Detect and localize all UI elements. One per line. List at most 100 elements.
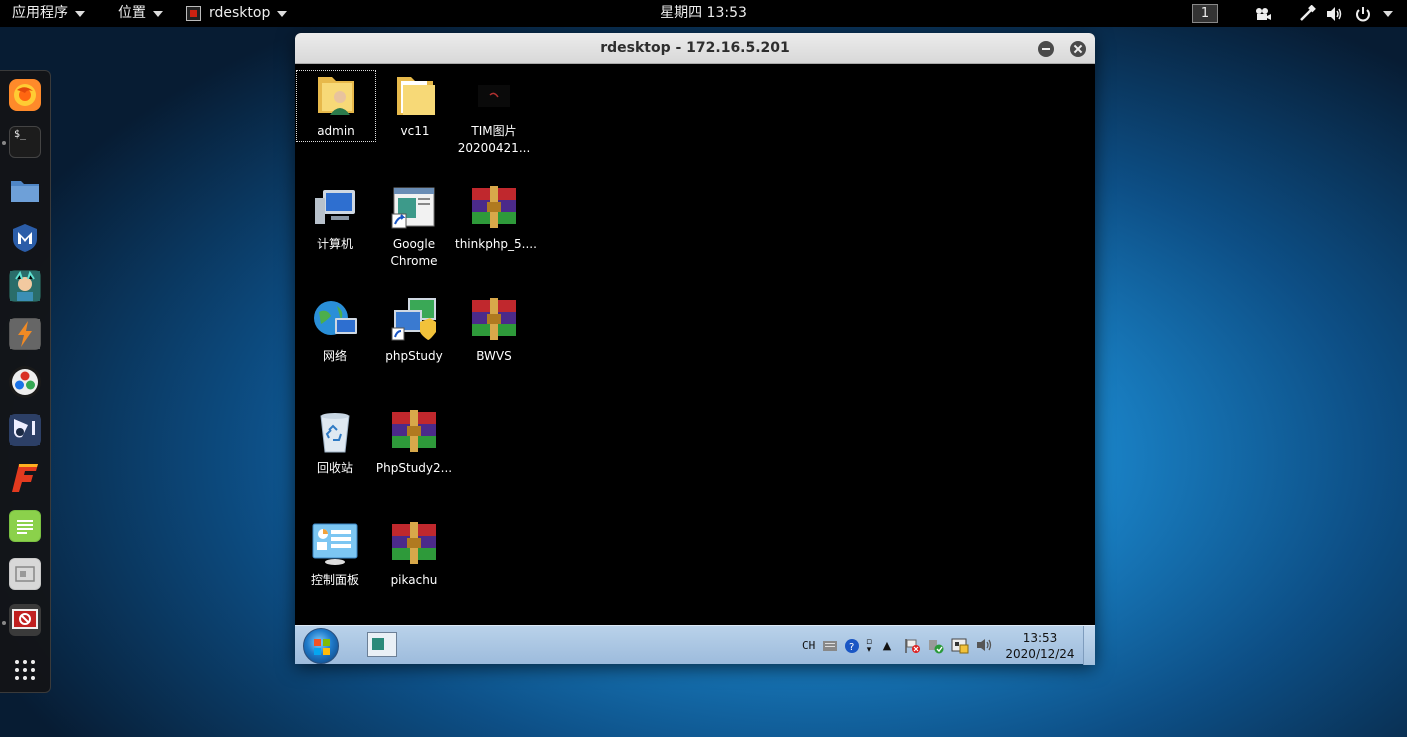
winrar-archive-icon: [390, 408, 438, 456]
desktop-icon-vc11[interactable]: vc11: [376, 71, 454, 140]
taskbar-date: 2020/12/24: [1005, 647, 1075, 661]
image-file-icon: [470, 71, 518, 119]
chevron-down-icon: [75, 10, 85, 17]
show-hidden-icons-icon[interactable]: ▲: [882, 638, 892, 654]
taskbar-time: 13:53: [1022, 631, 1058, 645]
dock-files[interactable]: [9, 174, 41, 206]
active-app-label: rdesktop: [209, 5, 271, 21]
network-status-icon[interactable]: [951, 638, 969, 654]
taskbar-app-button[interactable]: [367, 632, 397, 657]
minimize-button[interactable]: [1038, 41, 1054, 57]
firefox-icon: [14, 84, 36, 106]
dock-faraday[interactable]: [9, 462, 41, 494]
show-applications[interactable]: [9, 654, 41, 686]
desktop-icon-google-chrome[interactable]: Google Chrome: [375, 184, 453, 270]
dock: $_: [0, 70, 51, 693]
applications-menu[interactable]: 应用程序: [12, 0, 85, 27]
maltego-icon: [12, 369, 38, 395]
armitage-icon: [10, 271, 40, 301]
desktop-icon-phpstudy[interactable]: phpStudy: [375, 296, 453, 365]
desktop-icon-label: TIM图片 20200421...: [457, 124, 531, 155]
action-center-flag-icon[interactable]: [903, 638, 921, 654]
desktop-icon-admin[interactable]: admin: [296, 70, 376, 142]
places-menu[interactable]: 位置: [118, 0, 163, 27]
desktop-icon-label: 计算机: [316, 237, 353, 251]
metasploit-icon: [13, 224, 37, 252]
dock-metasploit[interactable]: [9, 222, 41, 254]
window-titlebar[interactable]: rdesktop - 172.16.5.201: [295, 33, 1095, 64]
desktop-icon-recycle-bin[interactable]: 回收站: [296, 408, 374, 477]
desktop-icon-label: phpStudy: [385, 349, 443, 363]
workspace-indicator[interactable]: 1: [1192, 4, 1218, 23]
keyboard-icon[interactable]: [823, 638, 837, 654]
dock-firefox[interactable]: [9, 79, 41, 111]
computer-icon: [311, 184, 359, 232]
desktop-icon-label: 网络: [322, 349, 347, 363]
app-grid-icon: [15, 660, 35, 680]
volume-icon[interactable]: [1326, 0, 1344, 27]
dock-maltego[interactable]: [9, 366, 41, 398]
desktop-icon-network[interactable]: 网络: [296, 296, 374, 365]
dock-rdesktop[interactable]: [9, 604, 41, 636]
desktop-icon-label: pikachu: [390, 573, 438, 587]
help-icon[interactable]: ?: [844, 638, 860, 654]
faraday-icon: [12, 464, 38, 492]
close-button[interactable]: [1070, 41, 1086, 57]
user-folder-icon: [312, 71, 360, 119]
desktop-icon-phpstudy-archive[interactable]: PhpStudy2...: [375, 408, 453, 477]
desktop-icon-computer[interactable]: 计算机: [296, 184, 374, 253]
running-indicator: [2, 621, 6, 625]
rdesktop-icon: [12, 609, 38, 629]
dock-terminal[interactable]: $_: [9, 126, 41, 158]
recycle-bin-icon: [311, 408, 359, 456]
desktop-icon-thinkphp[interactable]: thinkphp_5....: [455, 184, 537, 253]
network-wired-icon[interactable]: [1298, 0, 1316, 27]
desktop-icon-label: PhpStudy2...: [375, 461, 453, 475]
options-icon[interactable]: ▫ ▾: [864, 638, 874, 655]
taskbar-clock[interactable]: 13:53 2020/12/24: [995, 630, 1085, 662]
dock-screenshot-tool[interactable]: [9, 558, 41, 590]
desktop-icon-tim-image[interactable]: TIM图片 20200421...: [455, 71, 533, 157]
dock-armitage[interactable]: [9, 270, 41, 302]
window-title: rdesktop - 172.16.5.201: [600, 40, 790, 56]
security-shield-icon[interactable]: [927, 638, 945, 654]
winrar-archive-icon: [470, 184, 518, 232]
desktop-icon-control-panel[interactable]: 控制面板: [296, 520, 374, 589]
desktop-icon-pikachu[interactable]: pikachu: [375, 520, 453, 589]
language-indicator[interactable]: CH: [802, 638, 815, 654]
volume-icon[interactable]: [976, 638, 992, 654]
winrar-archive-icon: [470, 296, 518, 344]
clock[interactable]: 星期四 13:53: [660, 0, 747, 27]
chrome-shortcut-icon: [390, 184, 438, 232]
winrar-archive-icon: [390, 520, 438, 568]
control-panel-icon: [311, 520, 359, 568]
desktop-icon-bwvs[interactable]: BWVS: [455, 296, 533, 365]
dock-text-editor[interactable]: [9, 510, 41, 542]
active-app-menu[interactable]: rdesktop: [186, 0, 288, 27]
terminal-icon: $_: [14, 129, 27, 140]
dock-beef[interactable]: [9, 414, 41, 446]
network-icon: [311, 296, 359, 344]
text-editor-icon: [10, 511, 40, 541]
beef-icon: [10, 415, 40, 445]
desktop-icon-label: BWVS: [476, 349, 512, 363]
desktop-icon-label: admin: [317, 124, 355, 138]
desktop-icon-label: Google Chrome: [390, 237, 438, 268]
burpsuite-icon: [10, 319, 40, 349]
show-desktop-button[interactable]: [1083, 626, 1095, 665]
places-menu-label: 位置: [118, 5, 146, 21]
dock-burpsuite[interactable]: [9, 318, 41, 350]
chevron-down-icon: [277, 10, 288, 17]
desktop-icon-label: thinkphp_5....: [455, 237, 537, 251]
windows-logo-icon: [314, 639, 330, 655]
chevron-down-icon: [1383, 10, 1393, 17]
top-bar: 应用程序 位置 rdesktop 星期四 13:53 1: [0, 0, 1407, 27]
applications-menu-label: 应用程序: [12, 5, 68, 21]
camera-icon[interactable]: [1254, 0, 1272, 27]
folder-icon: [391, 71, 439, 119]
running-indicator: [2, 141, 6, 145]
start-button[interactable]: [303, 628, 339, 664]
power-icon: [1356, 6, 1370, 21]
power-menu[interactable]: [1355, 0, 1393, 27]
phpstudy-icon: [390, 296, 438, 344]
